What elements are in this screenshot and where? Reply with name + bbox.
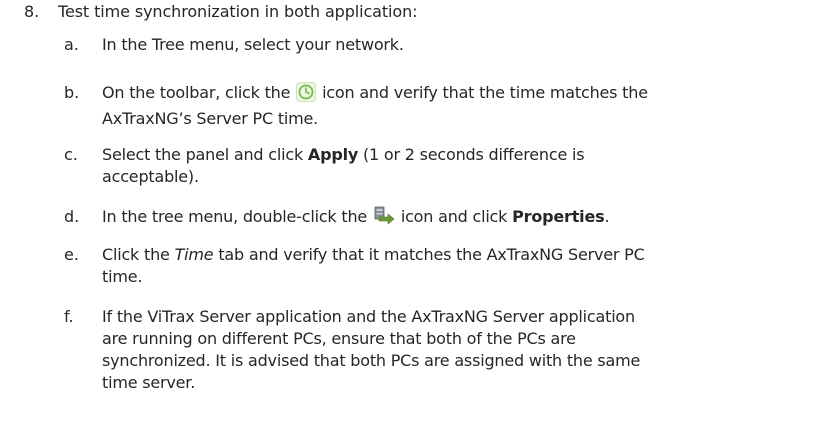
clock-icon <box>296 82 317 108</box>
apply-label: Apply <box>307 145 359 164</box>
substep-text: time. <box>102 267 143 286</box>
substep-letter: b. <box>64 83 80 102</box>
substep-letter: c. <box>64 145 78 164</box>
substep-letter: d. <box>64 207 80 226</box>
substep-text: (1 or 2 seconds difference is <box>363 145 585 164</box>
substep-letter: e. <box>64 245 79 264</box>
step-number: 8. <box>24 2 40 21</box>
substep-text: On the toolbar, click the <box>102 83 291 102</box>
panel-arrow-icon <box>373 206 395 232</box>
substep-text: Click the <box>102 245 170 264</box>
step-title: Test time synchronization in both applic… <box>58 2 418 21</box>
substep-text: In the tree menu, double-click the <box>102 207 368 226</box>
substep-text: In the Tree menu, select your network. <box>102 35 404 54</box>
substep-text: AxTraxNG’s Server PC time. <box>102 109 319 128</box>
substep-text: are running on different PCs, ensure tha… <box>102 329 576 348</box>
substep-line: Select the panel and click Apply (1 or 2… <box>102 144 802 166</box>
substep-line: In the tree menu, double-click the icon … <box>102 206 802 232</box>
substep-text: icon and verify that the time matches th… <box>322 83 648 102</box>
substep-text: icon and click <box>400 207 508 226</box>
substep-letter: f. <box>64 307 74 326</box>
substep-text: acceptable). <box>102 167 199 186</box>
substep-text: synchronized. It is advised that both PC… <box>102 351 641 370</box>
substep-text: time server. <box>102 373 196 392</box>
substep-line: On the toolbar, click the icon and verif… <box>102 82 802 108</box>
substep-text: Select the panel and click <box>102 145 304 164</box>
substep-text: . <box>604 207 610 226</box>
properties-label: Properties <box>512 207 605 226</box>
substep-letter: a. <box>64 35 79 54</box>
substep-text: tab and verify that it matches the AxTra… <box>218 245 645 264</box>
substep-line: Click the Time tab and verify that it ma… <box>102 244 802 266</box>
time-tab-label: Time <box>174 245 214 264</box>
substep-text: If the ViTrax Server application and the… <box>102 307 635 326</box>
